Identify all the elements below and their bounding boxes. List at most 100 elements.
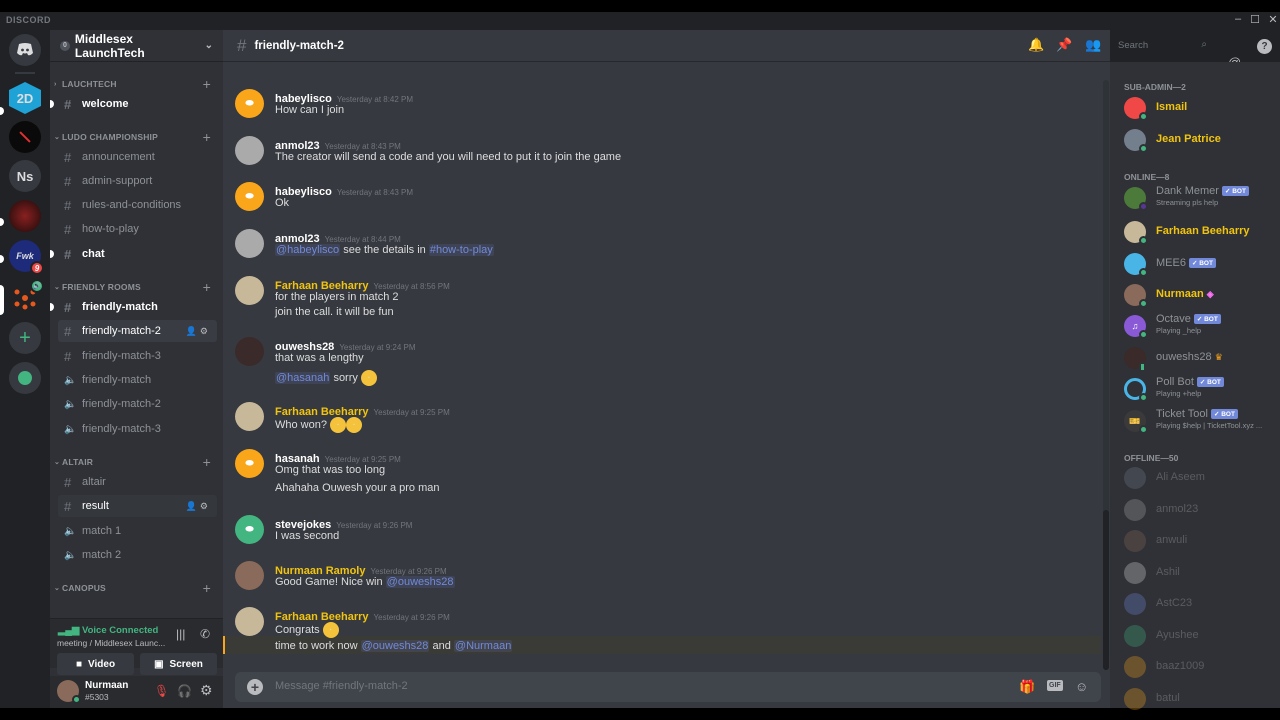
channel-link[interactable]: #how-to-play	[428, 244, 494, 256]
server-header[interactable]: 0 Middlesex LaunchTech ⌄	[50, 30, 223, 62]
guild-ns[interactable]: Ns	[9, 160, 41, 192]
message-input[interactable]: Message #friendly-match-2	[275, 680, 408, 692]
channel-announcement[interactable]: # announcement	[58, 146, 217, 168]
channel-friendly-match-2[interactable]: # friendly-match-2 👤⚙	[58, 320, 217, 342]
user-mention[interactable]: @habeylisco	[275, 244, 341, 256]
search-input[interactable]: Search ⌕	[1113, 37, 1213, 55]
upload-plus-icon[interactable]: +	[247, 679, 263, 695]
message-avatar[interactable]: ⬬	[235, 449, 264, 478]
message-avatar[interactable]	[235, 136, 264, 165]
user-mention[interactable]: @ouweshs28	[360, 640, 430, 652]
user-mention[interactable]: @ouweshs28	[385, 576, 455, 588]
close-button[interactable]: ✕	[1263, 13, 1280, 26]
member-item[interactable]: MEE6 ✓ BOT	[1124, 253, 1276, 281]
channel-admin-support[interactable]: # admin-support	[58, 170, 217, 192]
category-canopus[interactable]: ⌄ CANOPUS +	[50, 580, 223, 596]
voice-location[interactable]: meeting / Middlesex Launc...	[57, 638, 165, 648]
member-list-icon[interactable]: 👥	[1085, 37, 1101, 53]
user-settings-icon[interactable]: ⚙	[200, 682, 213, 699]
app-brand: DISCORD	[6, 15, 52, 25]
emoji-picker-icon[interactable]: ☺	[1075, 679, 1088, 694]
guild-red-stroke[interactable]	[9, 121, 41, 153]
channel-result[interactable]: # result 👤⚙	[58, 495, 217, 517]
user-mention[interactable]: @Nurmaan	[453, 640, 513, 652]
guild-middlesex-launchtech[interactable]: 🔊	[9, 279, 44, 314]
member-item[interactable]: anmol23	[1124, 499, 1276, 527]
member-item[interactable]: Jean Patrice	[1124, 129, 1276, 157]
invite-and-settings-icons[interactable]: 👤⚙	[186, 326, 211, 337]
create-channel-icon[interactable]: +	[203, 279, 211, 295]
message-timestamp: Yesterday at 9:26 PM	[373, 613, 450, 622]
guild-2d[interactable]: 2D	[9, 82, 41, 114]
pin-icon[interactable]: 📌	[1056, 37, 1072, 53]
category-altair[interactable]: ⌄ ALTAIR +	[50, 454, 223, 470]
explore-servers-button[interactable]	[9, 362, 41, 394]
channel-chat[interactable]: # chat	[58, 243, 217, 265]
chat-scrollbar-thumb[interactable]	[1103, 510, 1109, 670]
member-item[interactable]: baaz1009	[1124, 656, 1276, 684]
member-item[interactable]: Poll Bot ✓ BOT Playing +help	[1124, 376, 1276, 406]
message-avatar[interactable]	[235, 607, 264, 636]
message-avatar[interactable]	[235, 402, 264, 431]
create-channel-icon[interactable]: +	[203, 454, 211, 470]
message-composer[interactable]: + Message #friendly-match-2 🎁 GIF ☺	[235, 672, 1101, 702]
maximize-button[interactable]: ☐	[1245, 13, 1265, 26]
channel-friendly-match-3[interactable]: # friendly-match-3	[58, 345, 217, 367]
voice-channel-friendly-match[interactable]: 🔈 friendly-match	[58, 369, 217, 391]
message-timestamp: Yesterday at 9:26 PM	[336, 521, 413, 530]
member-item[interactable]: Ashil	[1124, 562, 1276, 590]
mute-icon[interactable]: 🎙	[154, 684, 169, 698]
member-item[interactable]: Farhaan Beeharry	[1124, 221, 1276, 249]
member-item[interactable]: AstC23	[1124, 593, 1276, 621]
voice-channel-friendly-match-2[interactable]: 🔈 friendly-match-2	[58, 393, 217, 415]
video-button[interactable]: ■ Video	[57, 653, 134, 675]
member-item[interactable]: batul	[1124, 688, 1276, 716]
voice-channel-match-1[interactable]: 🔈 match 1	[58, 520, 217, 542]
voice-channel-match-2[interactable]: 🔈 match 2	[58, 544, 217, 566]
category-lauchtech[interactable]: › LAUCHTECH +	[50, 76, 223, 92]
channel-altair[interactable]: # altair	[58, 471, 217, 493]
category-friendly-rooms[interactable]: ⌄ FRIENDLY ROOMS +	[50, 279, 223, 295]
notification-bell-icon[interactable]: 🔔	[1028, 37, 1044, 53]
message-avatar[interactable]	[235, 276, 264, 305]
channel-friendly-match[interactable]: # friendly-match	[58, 296, 217, 318]
member-item[interactable]: Ayushee	[1124, 625, 1276, 653]
create-channel-icon[interactable]: +	[203, 76, 211, 92]
channel-rules-and-conditions[interactable]: # rules-and-conditions	[58, 194, 217, 216]
guild-dark-hero[interactable]	[9, 200, 41, 232]
gif-button[interactable]: GIF	[1047, 680, 1063, 691]
member-item[interactable]: ♫ Octave ✓ BOT Playing _help	[1124, 313, 1276, 343]
message-avatar[interactable]	[235, 561, 264, 590]
message-avatar[interactable]: ⬬	[235, 515, 264, 544]
voice-channel-friendly-match-3[interactable]: 🔈 friendly-match-3	[58, 418, 217, 440]
member-item[interactable]: Nurmaan ◈	[1124, 284, 1276, 312]
member-item[interactable]: Ismail	[1124, 97, 1276, 125]
disconnect-icon[interactable]: ✆	[200, 627, 210, 641]
member-item[interactable]: ouweshs28 ♛	[1124, 347, 1276, 375]
deafen-icon[interactable]: 🎧	[177, 684, 192, 698]
channel-welcome[interactable]: # welcome	[58, 93, 217, 115]
message-avatar[interactable]	[235, 229, 264, 258]
add-server-button[interactable]: +	[9, 322, 41, 354]
channel-how-to-play[interactable]: # how-to-play	[58, 218, 217, 240]
message-avatar[interactable]: ⬬	[235, 89, 264, 118]
help-icon[interactable]: ?	[1257, 39, 1272, 54]
member-item[interactable]: Dank Memer ✓ BOT Streaming pls help	[1124, 185, 1276, 215]
message-timestamp: Yesterday at 8:43 PM	[336, 188, 414, 197]
member-item[interactable]: anwuli	[1124, 530, 1276, 558]
user-mention[interactable]: @hasanah	[275, 371, 331, 384]
category-ludo-championship[interactable]: ⌄ LUDO CHAMPIONSHIP +	[50, 129, 223, 145]
message-avatar[interactable]	[235, 337, 264, 366]
member-item[interactable]: Ali Aseem	[1124, 467, 1276, 495]
home-button[interactable]	[9, 34, 41, 66]
guild-fwk[interactable]: Fwk 9	[9, 240, 44, 275]
invite-and-settings-icons[interactable]: 👤⚙	[186, 501, 211, 512]
screen-share-button[interactable]: ▣ Screen	[140, 653, 217, 675]
member-item[interactable]: 🎫 Ticket Tool ✓ BOT Playing $help | TicketT…	[1124, 408, 1276, 438]
gift-icon[interactable]: 🎁	[1019, 679, 1035, 695]
noise-suppression-icon[interactable]: |||	[176, 627, 185, 641]
voice-status[interactable]: ▂▄▆ Voice Connected	[58, 625, 158, 636]
message-avatar[interactable]: ⬬	[235, 182, 264, 211]
create-channel-icon[interactable]: +	[203, 580, 211, 596]
create-channel-icon[interactable]: +	[203, 129, 211, 145]
